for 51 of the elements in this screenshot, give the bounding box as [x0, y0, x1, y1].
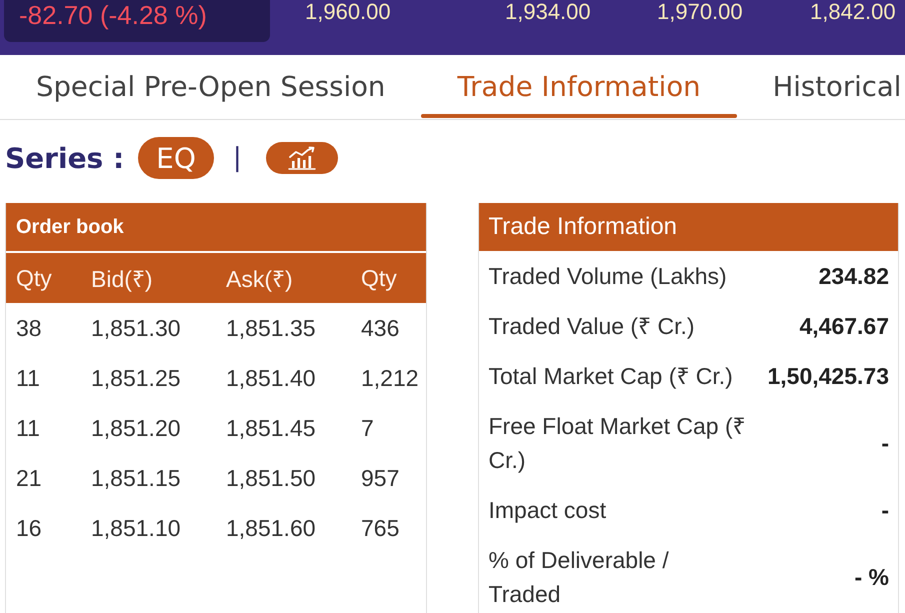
column-header: Ask(₹) — [225, 265, 293, 294]
price-value: 1,960.00 — [305, 0, 391, 24]
chart-button[interactable] — [266, 142, 338, 174]
price-change: -82.70 (-4.28 %) — [19, 0, 207, 30]
table-cell-text: 1,851.25 — [90, 364, 181, 392]
table-cell-text: 957 — [360, 464, 400, 492]
price-value: 1,842.00 — [810, 0, 896, 24]
info-label: Impact cost — [488, 496, 606, 525]
table-cell-text: 11 — [15, 364, 40, 392]
table-cell-text: 1,851.30 — [90, 314, 181, 342]
info-value: - — [881, 429, 889, 458]
table-cell-text: 436 — [360, 314, 400, 342]
tab[interactable]: Special Pre-Open Session — [0, 55, 422, 119]
price-value: 1,970.00 — [657, 0, 743, 24]
table-cell-text: 1,851.20 — [90, 414, 181, 442]
info-label: Free Float Market Cap (₹ Cr.) — [488, 412, 746, 475]
table-cell-text: 1,851.40 — [225, 364, 316, 392]
info-value: - — [881, 496, 889, 525]
tab[interactable]: Historical — [736, 55, 902, 119]
info-value: 234.82 — [818, 262, 889, 291]
column-header: Qty — [15, 264, 52, 292]
tab[interactable]: Trade Information — [421, 55, 737, 119]
column-header: Qty — [360, 264, 397, 292]
table-cell-text: 38 — [15, 314, 42, 342]
table-cell-text: 1,851.10 — [90, 514, 181, 542]
info-value: - % — [854, 563, 889, 592]
table-cell-text: 21 — [15, 464, 42, 492]
info-value: 1,50,425.73 — [767, 362, 889, 391]
table-cell-text: 765 — [360, 514, 400, 542]
table-cell-text: 1,212 — [360, 364, 419, 392]
info-label: Total Market Cap (₹ Cr.) — [488, 362, 733, 391]
chart-icon — [286, 146, 317, 170]
table-cell-text: 7 — [360, 414, 374, 442]
separator: | — [232, 143, 242, 173]
info-value: 4,467.67 — [799, 312, 889, 341]
series-button[interactable]: EQ — [138, 137, 214, 179]
table-cell-text: 16 — [15, 514, 42, 542]
table-cell-text: 1,851.35 — [225, 314, 316, 342]
info-label: Traded Value (₹ Cr.) — [488, 312, 695, 341]
series-label: Series : — [5, 142, 124, 174]
table-cell-text: 1,851.15 — [90, 464, 181, 492]
table-cell-text: 11 — [15, 414, 40, 442]
trade-info-title: Trade Information — [478, 203, 898, 251]
table-cell-text: 1,851.60 — [225, 514, 316, 542]
column-header: Bid(₹) — [90, 265, 153, 294]
order-book-title: Order book — [6, 203, 426, 251]
table-cell-text: 1,851.50 — [225, 464, 316, 492]
info-label: Traded Volume (Lakhs) — [488, 262, 727, 291]
info-label: % of Deliverable / Traded — [488, 546, 670, 609]
price-value: 1,934.00 — [505, 0, 591, 24]
table-cell-text: 1,851.45 — [225, 414, 316, 442]
